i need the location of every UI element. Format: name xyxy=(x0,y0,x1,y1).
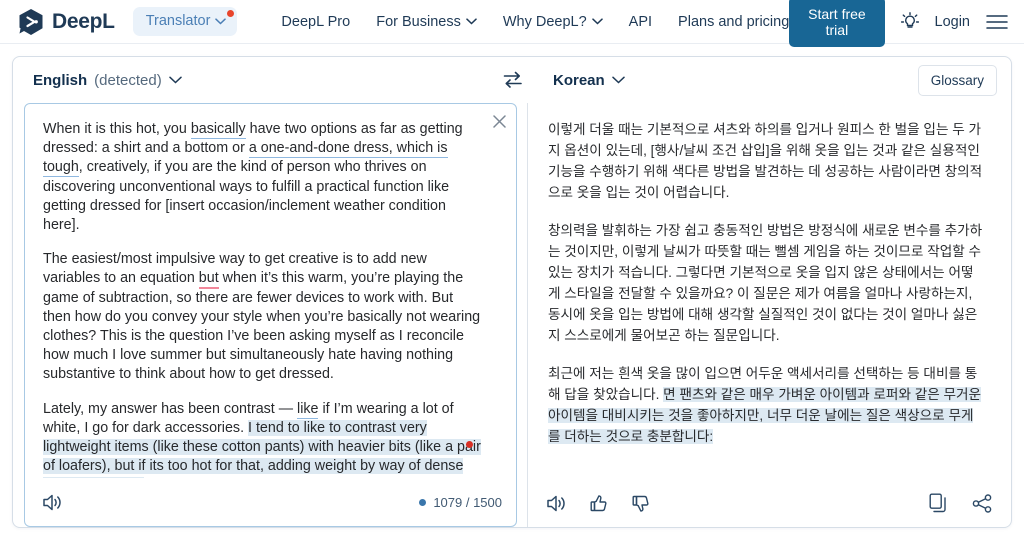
source-pane[interactable]: When it is this hot, you basically have … xyxy=(24,103,517,527)
share-icon[interactable] xyxy=(972,493,993,513)
suggestion-basically[interactable]: basically xyxy=(190,121,246,139)
speaker-icon[interactable] xyxy=(546,494,567,513)
target-language-name: Korean xyxy=(553,71,605,89)
text-run: 이렇게 더울 때는 기본적으로 셔츠와 하의를 입거나 원피스 한 벌을 입는 … xyxy=(548,122,983,200)
glossary-button[interactable]: Glossary xyxy=(917,64,997,96)
target-textarea[interactable]: 이렇게 더울 때는 기본적으로 셔츠와 하의를 입거나 원피스 한 벌을 입는 … xyxy=(528,103,1011,479)
text-run: When it is this hot, you xyxy=(43,121,191,137)
site-header: DeepL Translator DeepL Pro For Business … xyxy=(0,0,1024,47)
nav-label: Plans and pricing xyxy=(678,13,790,30)
target-language-area: Korean Glossary xyxy=(533,57,1011,103)
target-paragraph-1: 이렇게 더울 때는 기본적으로 셔츠와 하의를 입거나 원피스 한 벌을 입는 … xyxy=(548,119,983,203)
nav-label: API xyxy=(628,13,653,30)
nav-item-api[interactable]: API xyxy=(629,14,652,30)
nav-item-why-deepl[interactable]: Why DeepL? xyxy=(503,14,603,30)
source-language-area: English (detected) xyxy=(13,57,493,103)
nav-label: For Business xyxy=(376,13,461,30)
text-run: 창의력을 발휘하는 가장 쉽고 충동적인 방법은 방정식에 새로운 변수를 추가… xyxy=(548,223,983,343)
source-footer-icons xyxy=(42,493,63,512)
translator-card-wrapper: English (detected) Korean Glossary When … xyxy=(0,44,1024,528)
nav-label: DeepL Pro xyxy=(281,13,351,30)
target-footer-right-icons xyxy=(929,493,993,513)
language-bar: English (detected) Korean Glossary xyxy=(13,57,1011,103)
source-paragraph-3: Lately, my answer has been contrast — li… xyxy=(43,400,482,478)
source-language-selector[interactable]: English (detected) xyxy=(33,72,182,89)
source-textarea[interactable]: When it is this hot, you basically have … xyxy=(25,104,516,478)
source-language-name: English xyxy=(33,71,88,89)
thumbs-down-icon[interactable] xyxy=(631,494,651,513)
chevron-down-icon xyxy=(215,17,227,25)
chevron-down-icon xyxy=(168,76,182,84)
swap-languages-icon[interactable] xyxy=(493,71,533,89)
chevron-down-icon xyxy=(611,76,625,84)
main-nav: DeepL Pro For Business Why DeepL? API Pl… xyxy=(281,14,789,30)
nav-item-deepl-pro[interactable]: DeepL Pro xyxy=(281,14,350,30)
translation-panes: When it is this hot, you basically have … xyxy=(13,103,1011,527)
hamburger-menu-icon[interactable] xyxy=(986,14,1008,30)
lightbulb-icon[interactable] xyxy=(900,11,919,32)
source-footer: 1079 / 1500 xyxy=(25,478,516,526)
character-count-text: 1079 / 1500 xyxy=(433,494,502,510)
login-link[interactable]: Login xyxy=(935,14,970,30)
nav-label: Why DeepL? xyxy=(502,13,587,30)
grammar-error-but[interactable]: but xyxy=(198,270,219,290)
target-language-selector[interactable]: Korean xyxy=(553,72,625,89)
speaker-icon[interactable] xyxy=(42,493,63,512)
counter-dot xyxy=(419,498,427,506)
character-counter: 1079 / 1500 xyxy=(419,495,502,510)
brand-name: DeepL xyxy=(52,9,115,33)
target-pane[interactable]: 이렇게 더울 때는 기본적으로 셔츠와 하의를 입거나 원피스 한 벌을 입는 … xyxy=(527,103,1011,527)
nav-item-plans-and-pricing[interactable]: Plans and pricing xyxy=(678,14,789,30)
deepl-logo-icon xyxy=(18,8,44,36)
target-footer-icons xyxy=(546,494,651,513)
translator-card: English (detected) Korean Glossary When … xyxy=(12,56,1012,528)
product-switcher-translator[interactable]: Translator xyxy=(132,7,238,36)
chevron-down-icon xyxy=(591,18,603,25)
text-run: , creatively, if you are the kind of per… xyxy=(43,159,450,234)
close-icon[interactable] xyxy=(492,114,507,129)
header-actions: Start free trial Login xyxy=(789,0,1008,47)
nav-item-for-business[interactable]: For Business xyxy=(376,14,477,30)
chevron-down-icon xyxy=(466,18,477,25)
target-footer xyxy=(528,479,1011,527)
copy-icon[interactable] xyxy=(929,493,948,513)
suggestion-like[interactable]: like xyxy=(297,400,319,419)
text-run: when it’s this warm, you’re playing the … xyxy=(43,270,481,383)
source-paragraph-1: When it is this hot, you basically have … xyxy=(43,120,482,235)
logo[interactable]: DeepL xyxy=(18,8,115,36)
text-run: Lately, my answer has been contrast — xyxy=(43,400,298,417)
product-switcher-label: Translator xyxy=(145,13,211,29)
target-paragraph-3: 최근에 저는 흰색 옷을 많이 입으면 어두운 액세서리를 선택하는 등 대비를… xyxy=(548,363,983,447)
start-free-trial-button[interactable]: Start free trial xyxy=(789,0,885,47)
marker-dot[interactable] xyxy=(466,441,473,448)
target-paragraph-2: 창의력을 발휘하는 가장 쉽고 충동적인 방법은 방정식에 새로운 변수를 추가… xyxy=(548,220,983,346)
source-paragraph-2: The easiest/most impulsive way to get cr… xyxy=(43,250,482,384)
source-language-detected: (detected) xyxy=(94,71,162,89)
thumbs-up-icon[interactable] xyxy=(589,494,609,513)
notification-dot xyxy=(227,10,235,17)
